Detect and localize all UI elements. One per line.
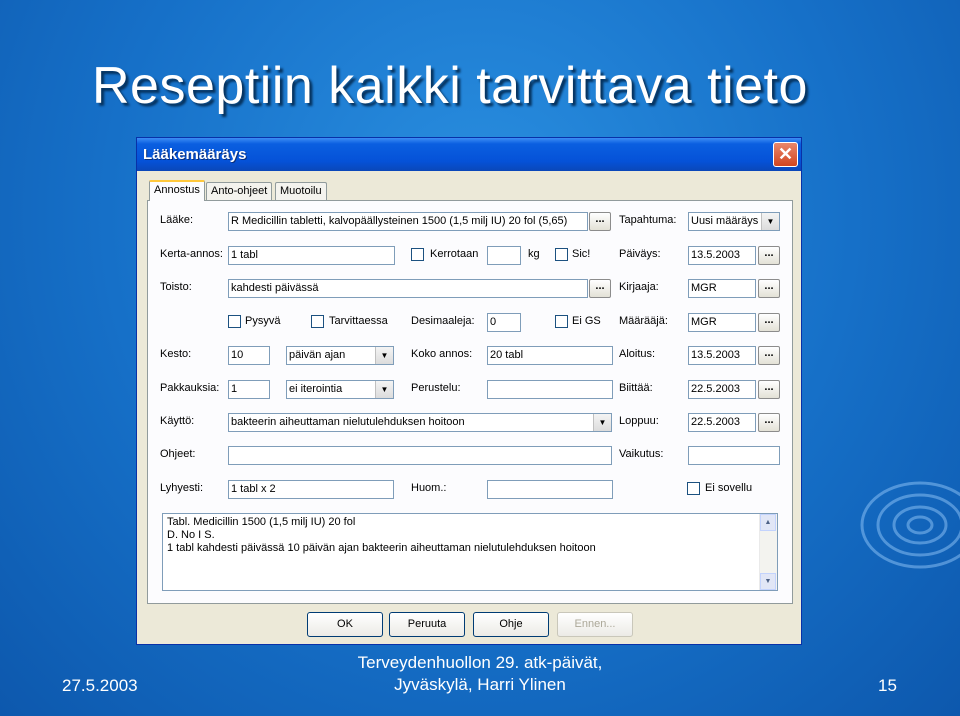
iterointi-select[interactable]: ei iterointia ▼ (286, 380, 394, 399)
scroll-down-icon[interactable]: ▼ (760, 573, 776, 590)
tab-annostus[interactable]: Annostus (149, 180, 205, 201)
paivays-label: Päiväys: (619, 248, 661, 260)
ohje-button[interactable]: Ohje (473, 612, 549, 637)
kerta-annos-field[interactable]: 1 tabl (228, 246, 395, 265)
close-icon[interactable]: ✕ (773, 142, 798, 167)
paivays-field[interactable]: 13.5.2003 (688, 246, 756, 265)
tarvittaessa-label: Tarvittaessa (329, 315, 388, 327)
kaytto-label: Käyttö: (160, 415, 195, 427)
water-ripple-decoration (860, 481, 960, 569)
sic-checkbox[interactable] (555, 248, 568, 261)
ei-sovellu-label: Ei sovellu (705, 482, 753, 494)
tapahtuma-value: Uusi määräys (691, 215, 759, 227)
pysyva-label: Pysyvä (245, 315, 281, 327)
kesto-label: Kesto: (160, 348, 192, 360)
kaytto-select[interactable]: bakteerin aiheuttaman nielutulehduksen h… (228, 413, 612, 432)
kesto-unit-select[interactable]: päivän ajan ▼ (286, 346, 394, 365)
chevron-down-icon[interactable]: ▼ (593, 414, 611, 431)
summary-line: 1 tabl kahdesti päivässä 10 päivän ajan … (167, 542, 596, 554)
toisto-label: Toisto: (160, 281, 192, 293)
slide-title: Reseptiin kaikki tarvittava tieto (92, 57, 808, 115)
laake-browse-button[interactable]: ... (589, 212, 611, 231)
biittaa-field[interactable]: 22.5.2003 (688, 380, 756, 399)
loppuu-field[interactable]: 22.5.2003 (688, 413, 756, 432)
prescription-summary-textarea[interactable]: Tabl. Medicillin 1500 (1,5 milj IU) 20 f… (162, 513, 778, 591)
iterointi-value: ei iterointia (289, 383, 343, 395)
chevron-down-icon[interactable]: ▼ (761, 213, 779, 230)
aloitus-browse-button[interactable]: ... (758, 346, 780, 365)
chevron-down-icon[interactable]: ▼ (375, 381, 393, 398)
paivays-browse-button[interactable]: ... (758, 246, 780, 265)
aloitus-field[interactable]: 13.5.2003 (688, 346, 756, 365)
dialog-title: Lääkemääräys (143, 146, 247, 163)
aloitus-label: Aloitus: (619, 348, 656, 360)
tarvittaessa-checkbox[interactable] (311, 315, 324, 328)
toisto-field[interactable]: kahdesti päivässä (228, 279, 588, 298)
summary-line: Tabl. Medicillin 1500 (1,5 milj IU) 20 f… (167, 516, 356, 528)
scroll-up-icon[interactable]: ▲ (760, 514, 776, 531)
loppuu-browse-button[interactable]: ... (758, 413, 780, 432)
pakkauksia-field[interactable]: 1 (228, 380, 270, 399)
koko-annos-label: Koko annos: (411, 348, 473, 360)
desimaaleja-label: Desimaaleja: (411, 315, 475, 327)
kaytto-value: bakteerin aiheuttaman nielutulehduksen h… (231, 416, 465, 428)
sic-label: Sic! (572, 248, 591, 260)
biittaa-label: Biittää: (619, 382, 653, 394)
footer-event-line-2: Jyväskylä, Harri Ylinen (394, 675, 566, 694)
ei-gs-checkbox[interactable] (555, 315, 568, 328)
page-number: 15 (878, 676, 897, 695)
maaraaja-browse-button[interactable]: ... (758, 313, 780, 332)
tab-muotoilu[interactable]: Muotoilu (275, 182, 327, 200)
kg-label: kg (528, 248, 540, 260)
ennen-button: Ennen... (557, 612, 633, 637)
summary-line: D. No I S. (167, 529, 215, 541)
peruuta-button[interactable]: Peruuta (389, 612, 465, 637)
dialog-titlebar[interactable]: Lääkemääräys ✕ (137, 138, 801, 171)
huom-label: Huom.: (411, 482, 447, 494)
pysyva-checkbox[interactable] (228, 315, 241, 328)
toisto-browse-button[interactable]: ... (589, 279, 611, 298)
ohjeet-label: Ohjeet: (160, 448, 196, 460)
prescription-dialog: Lääkemääräys ✕ Annostus Anto-ohjeet Muot… (136, 137, 802, 645)
pakkauksia-label: Pakkauksia: (160, 382, 220, 394)
kesto-unit-value: päivän ajan (289, 349, 346, 361)
kirjaaja-field[interactable]: MGR (688, 279, 756, 298)
chevron-down-icon[interactable]: ▼ (375, 347, 393, 364)
vaikutus-field[interactable] (688, 446, 780, 465)
huom-field[interactable] (487, 480, 613, 499)
maaraaja-field[interactable]: MGR (688, 313, 756, 332)
kg-field[interactable] (487, 246, 521, 265)
laake-field[interactable]: R Medicillin tabletti, kalvopäällysteine… (228, 212, 588, 231)
lyhyesti-field[interactable]: 1 tabl x 2 (228, 480, 394, 499)
kesto-field[interactable]: 10 (228, 346, 270, 365)
perustelu-label: Perustelu: (411, 382, 461, 394)
kirjaaja-browse-button[interactable]: ... (758, 279, 780, 298)
footer-event: Terveydenhuollon 29. atk-päivät, Jyväsky… (300, 652, 660, 696)
annostus-panel: Lääke: R Medicillin tabletti, kalvopääll… (147, 200, 793, 604)
tapahtuma-select[interactable]: Uusi määräys ▼ (688, 212, 780, 231)
vertical-scrollbar[interactable]: ▲ ▼ (759, 514, 777, 590)
ohjeet-field[interactable] (228, 446, 612, 465)
maaraaja-label: Määrääjä: (619, 315, 668, 327)
kerrotaan-checkbox[interactable] (411, 248, 424, 261)
koko-annos-field[interactable]: 20 tabl (487, 346, 613, 365)
lyhyesti-label: Lyhyesti: (160, 482, 204, 494)
biittaa-browse-button[interactable]: ... (758, 380, 780, 399)
ei-sovellu-checkbox[interactable] (687, 482, 700, 495)
perustelu-field[interactable] (487, 380, 613, 399)
ei-gs-label: Ei GS (572, 315, 601, 327)
footer-event-line-1: Terveydenhuollon 29. atk-päivät, (357, 653, 603, 672)
vaikutus-label: Vaikutus: (619, 448, 664, 460)
tab-anto-ohjeet[interactable]: Anto-ohjeet (206, 182, 273, 200)
tapahtuma-label: Tapahtuma: (619, 214, 677, 226)
kerta-annos-label: Kerta-annos: (160, 248, 223, 260)
kerrotaan-label: Kerrotaan (430, 248, 479, 260)
loppuu-label: Loppuu: (619, 415, 659, 427)
kirjaaja-label: Kirjaaja: (619, 281, 659, 293)
footer-date: 27.5.2003 (62, 676, 138, 695)
desimaaleja-field[interactable]: 0 (487, 313, 521, 332)
laake-label: Lääke: (160, 214, 194, 226)
ok-button[interactable]: OK (307, 612, 383, 637)
